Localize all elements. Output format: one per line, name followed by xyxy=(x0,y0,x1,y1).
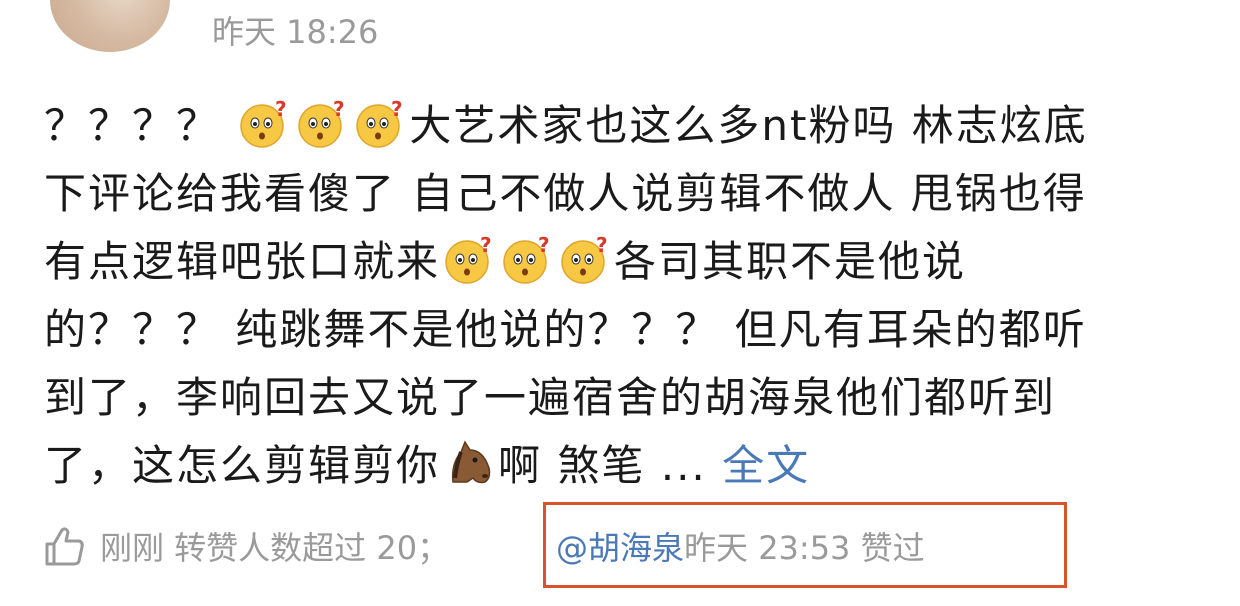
like-footer: 刚刚 转赞人数超过 20； xyxy=(42,518,463,574)
post-text: 各司其职不是他说 xyxy=(614,237,967,286)
post-text: 了，这怎么剪辑剪你 xyxy=(44,441,441,490)
svg-text:?: ? xyxy=(333,98,347,121)
post-text: 下评论给我看傻了 自己不做人说剪辑不做人 甩锅也得 xyxy=(44,169,1087,218)
avatar[interactable] xyxy=(50,0,170,52)
thumbs-up-icon[interactable] xyxy=(42,524,86,568)
confused-face-emoji: ? xyxy=(298,98,347,148)
post-text: 啊 煞笔 ... xyxy=(498,441,723,490)
post-line: ？？？？ ??? 大艺术家也这么多nt粉吗 林志炫底 xyxy=(44,92,1204,160)
svg-text:?: ? xyxy=(391,98,405,121)
post-line: 下评论给我看傻了 自己不做人说剪辑不做人 甩锅也得 xyxy=(44,160,1204,228)
post-line: 有点逻辑吧张口就来??? 各司其职不是他说 xyxy=(44,228,1204,296)
post-text: 大艺术家也这么多nt粉吗 林志炫底 xyxy=(409,101,1088,150)
svg-text:?: ? xyxy=(596,234,610,257)
post-timestamp: 昨天 18:26 xyxy=(212,13,379,51)
post-text: ？？？？ xyxy=(44,101,236,150)
post-line: 的？？？ 纯跳舞不是他说的？？？ 但凡有耳朵的都听 xyxy=(44,296,1204,364)
confused-face-emoji: ? xyxy=(240,98,289,148)
like-summary: 刚刚 转赞人数超过 20； xyxy=(100,529,450,567)
svg-text:?: ? xyxy=(538,234,552,257)
horse-face-emoji xyxy=(451,440,491,484)
post-text: 的？？？ 纯跳舞不是他说的？？？ 但凡有耳朵的都听 xyxy=(44,305,1087,354)
svg-text:?: ? xyxy=(275,98,289,121)
confused-face-emoji: ? xyxy=(445,234,494,284)
confused-face-emoji: ? xyxy=(561,234,610,284)
post-text: 有点逻辑吧张口就来 xyxy=(44,237,441,286)
confused-face-emoji: ? xyxy=(356,98,405,148)
post-text: 到了，李响回去又说了一遍宿舍的胡海泉他们都听到 xyxy=(44,373,1057,422)
highlight-box xyxy=(543,502,1067,588)
post-line: 了，这怎么剪辑剪你 啊 煞笔 ... 全文 xyxy=(44,432,1204,500)
post-line: 到了，李响回去又说了一遍宿舍的胡海泉他们都听到 xyxy=(44,364,1204,432)
full-text-link[interactable]: 全文 xyxy=(722,441,810,490)
confused-face-emoji: ? xyxy=(503,234,552,284)
post-body: ？？？？ ??? 大艺术家也这么多nt粉吗 林志炫底 下评论给我看傻了 自己不做人说… xyxy=(44,92,1204,500)
svg-text:?: ? xyxy=(480,234,494,257)
